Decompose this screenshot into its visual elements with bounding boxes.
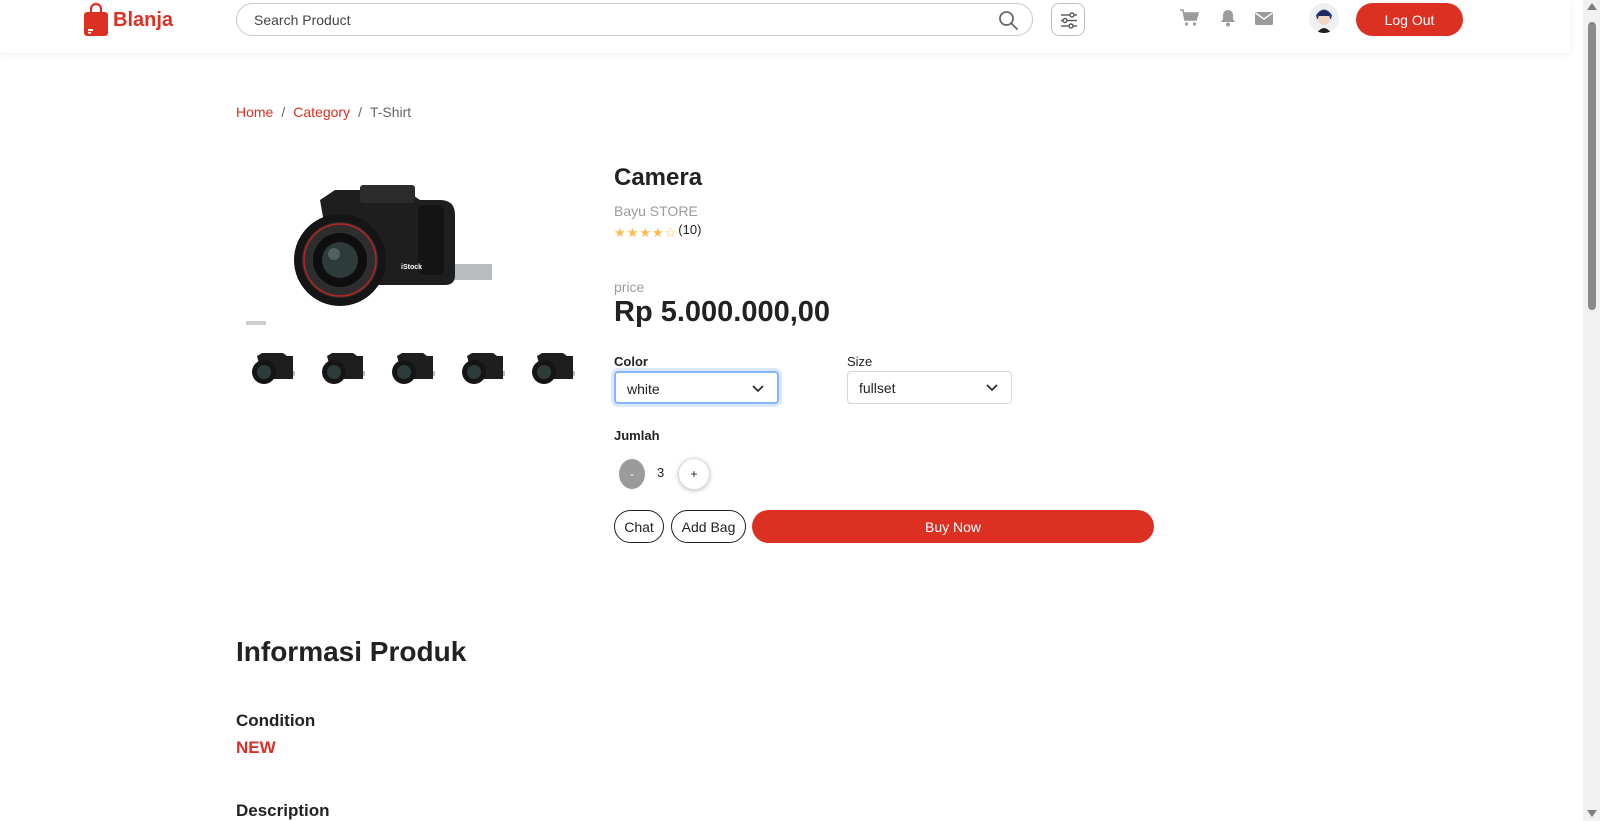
product-main-image[interactable]: iStock (240, 160, 500, 330)
mail-icon[interactable] (1254, 9, 1274, 27)
search-bar[interactable] (236, 3, 1033, 36)
star-filled-icon: ★ (614, 225, 626, 240)
breadcrumb-separator: / (281, 104, 286, 120)
filter-button[interactable] (1051, 3, 1085, 36)
scroll-thumb[interactable] (1588, 22, 1596, 310)
breadcrumb-category[interactable]: Category (293, 104, 350, 120)
color-select[interactable]: white (614, 371, 779, 404)
color-select-value: white (627, 381, 660, 397)
cart-icon[interactable] (1180, 9, 1200, 27)
breadcrumb-separator: / (358, 104, 362, 120)
scroll-up-arrow-icon[interactable] (1587, 3, 1597, 10)
condition-label: Condition (236, 711, 316, 730)
scroll-down-arrow-icon[interactable] (1587, 810, 1597, 817)
gallery-thumbnails (243, 344, 584, 386)
product-thumbnail[interactable] (313, 344, 374, 386)
breadcrumb-current: T-Shirt (369, 104, 412, 120)
product-thumbnail[interactable] (523, 344, 584, 386)
chevron-down-icon (752, 385, 764, 393)
filter-sliders-icon (1061, 12, 1077, 29)
search-icon[interactable] (998, 10, 1018, 30)
chevron-down-icon (986, 384, 998, 392)
gallery-slider-indicator[interactable] (246, 321, 266, 325)
quantity-increase-button[interactable]: + (678, 458, 710, 490)
buy-now-button[interactable]: Buy Now (752, 510, 1154, 543)
condition-value: NEW (236, 738, 276, 757)
logout-button[interactable]: Log Out (1356, 3, 1463, 36)
product-price: Rp 5.000.000,00 (614, 296, 831, 328)
breadcrumb: Home / Category / T-Shirt (236, 104, 411, 120)
star-empty-icon: ☆ (664, 225, 677, 240)
page-scrollbar[interactable] (1583, 0, 1600, 821)
quantity-label: Jumlah (614, 428, 660, 443)
quantity-decrease-button[interactable]: - (619, 459, 645, 489)
chat-button[interactable]: Chat (614, 510, 664, 543)
product-thumbnail[interactable] (383, 344, 444, 386)
product-thumbnail[interactable] (453, 344, 514, 386)
brand-logo[interactable]: Blanja (84, 2, 173, 36)
star-filled-icon: ★ (651, 225, 664, 240)
product-info-title: Informasi Produk (236, 636, 467, 667)
bell-icon[interactable] (1218, 9, 1238, 27)
brand-name: Blanja (113, 8, 174, 31)
size-select[interactable]: fullset (847, 371, 1012, 404)
user-avatar[interactable] (1309, 3, 1339, 33)
star-filled-icon: ★ (639, 225, 651, 240)
add-bag-button[interactable]: Add Bag (671, 510, 746, 543)
product-rating: ★ ★ ★ ★ ☆ (10) (614, 222, 701, 240)
stock-watermark-logo: iStock (401, 264, 422, 271)
size-select-value: fullset (859, 380, 896, 396)
navbar: Blanja Search Product Log Out (0, 0, 1570, 53)
store-name[interactable]: Bayu STORE (614, 203, 698, 219)
description-label: Description (236, 801, 330, 820)
star-filled-icon: ★ (626, 225, 639, 240)
product-title: Camera (614, 164, 703, 191)
rating-count: (10) (678, 222, 702, 237)
product-thumbnail[interactable] (243, 344, 304, 386)
color-label: Color (614, 354, 648, 369)
price-label: price (614, 279, 645, 295)
quantity-value: 3 (657, 465, 665, 480)
breadcrumb-home[interactable]: Home (236, 104, 273, 120)
shopping-bag-icon (84, 2, 108, 36)
size-label: Size (847, 354, 873, 369)
search-input[interactable] (254, 12, 954, 28)
avatar-image (1309, 3, 1339, 33)
